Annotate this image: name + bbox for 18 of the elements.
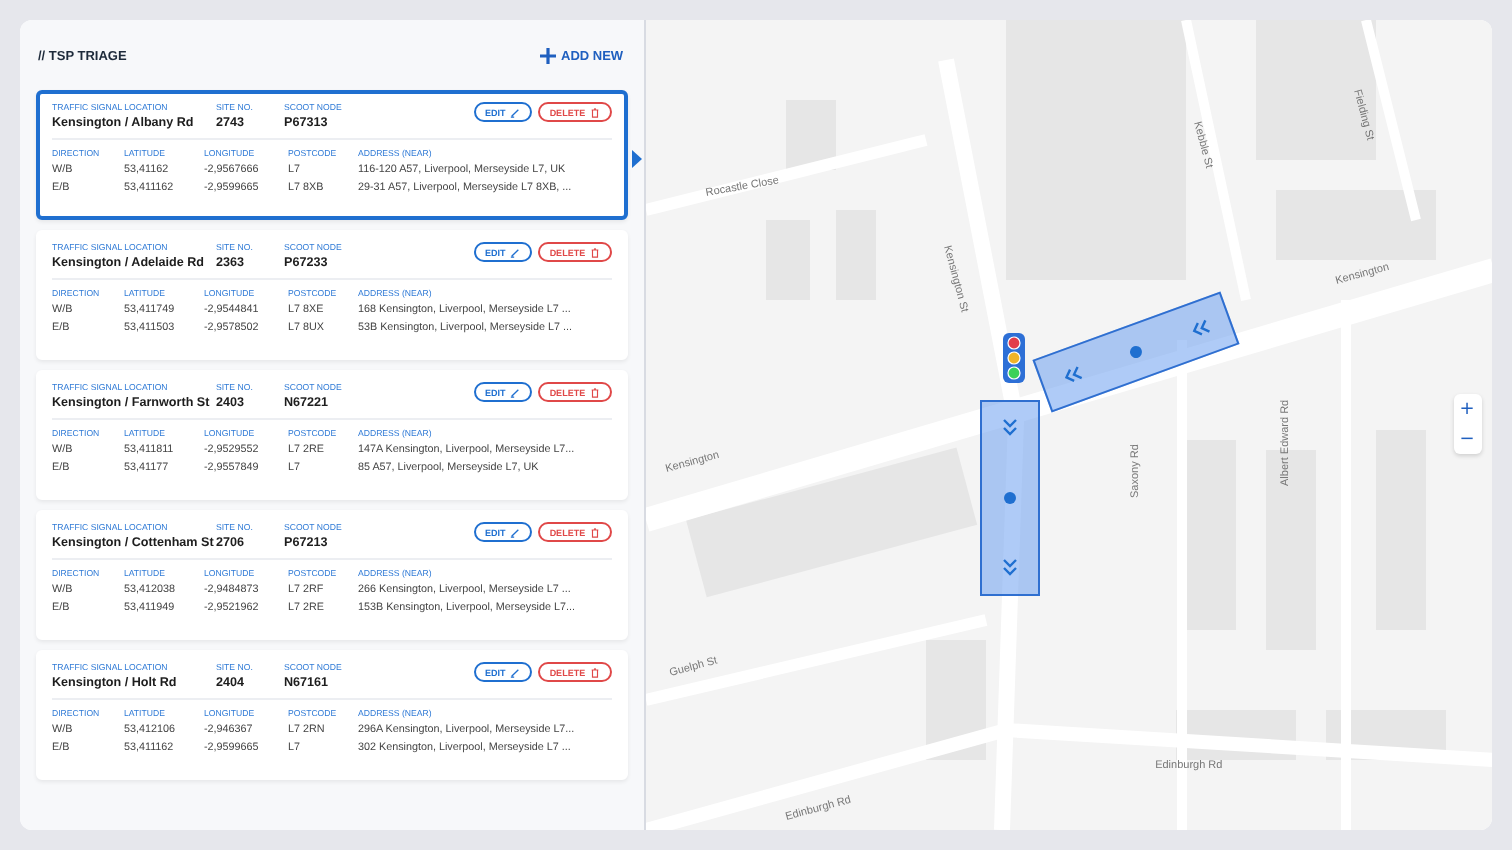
trash-icon: [589, 667, 600, 677]
chevrons-icon: [1001, 418, 1018, 438]
pencil-icon: [509, 527, 520, 537]
pencil-icon: [509, 387, 520, 397]
pencil-icon: [509, 667, 520, 677]
pencil-icon: [509, 107, 520, 117]
trash-icon: [589, 387, 600, 397]
plus-icon: [539, 48, 556, 64]
zoom-in-button[interactable]: +: [1453, 394, 1482, 424]
trash-icon: [589, 247, 600, 257]
zone-overlay[interactable]: [979, 400, 1040, 596]
chevrons-icon: [1059, 364, 1084, 387]
trash-icon: [589, 527, 600, 537]
chevrons-icon: [1001, 558, 1018, 578]
pencil-icon: [509, 247, 520, 257]
zoom-out-button[interactable]: −: [1453, 424, 1482, 454]
pointer-icon: [631, 150, 642, 168]
trash-icon: [589, 107, 600, 117]
